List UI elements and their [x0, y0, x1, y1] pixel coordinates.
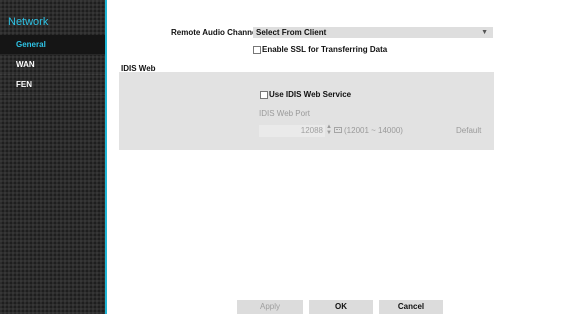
use-idis-label: Use IDIS Web Service [269, 90, 352, 99]
idis-port-input[interactable]: 12088 [259, 125, 325, 137]
remote-audio-select[interactable]: Select From Client ▼ [253, 27, 493, 38]
remote-audio-label: Remote Audio Channel [171, 28, 259, 37]
use-idis-checkbox[interactable] [260, 91, 268, 99]
sidebar-title: Network [8, 16, 49, 28]
sidebar-item-wan[interactable]: WAN [0, 55, 105, 75]
port-spinner-icon[interactable]: ▲ ▼ [326, 124, 332, 136]
sidebar-accent-divider [105, 0, 107, 314]
idis-port-label: IDIS Web Port [259, 109, 310, 118]
idis-port-value: 12088 [300, 126, 323, 135]
cancel-button[interactable]: Cancel [379, 300, 443, 314]
remote-audio-value: Select From Client [256, 28, 327, 37]
apply-button[interactable]: Apply [237, 300, 303, 314]
keyboard-icon[interactable] [334, 127, 342, 133]
port-range-label: (12001 ~ 14000) [344, 126, 403, 135]
chevron-down-icon: ▼ [481, 29, 488, 36]
ssl-label: Enable SSL for Transferring Data [262, 45, 388, 54]
ok-button[interactable]: OK [309, 300, 373, 314]
sidebar-item-general[interactable]: General [0, 35, 105, 55]
port-default-label: Default [456, 126, 482, 135]
sidebar-item-fen[interactable]: FEN [0, 75, 105, 95]
sidebar: Network General WAN FEN [0, 0, 105, 314]
ssl-checkbox[interactable] [253, 46, 261, 54]
